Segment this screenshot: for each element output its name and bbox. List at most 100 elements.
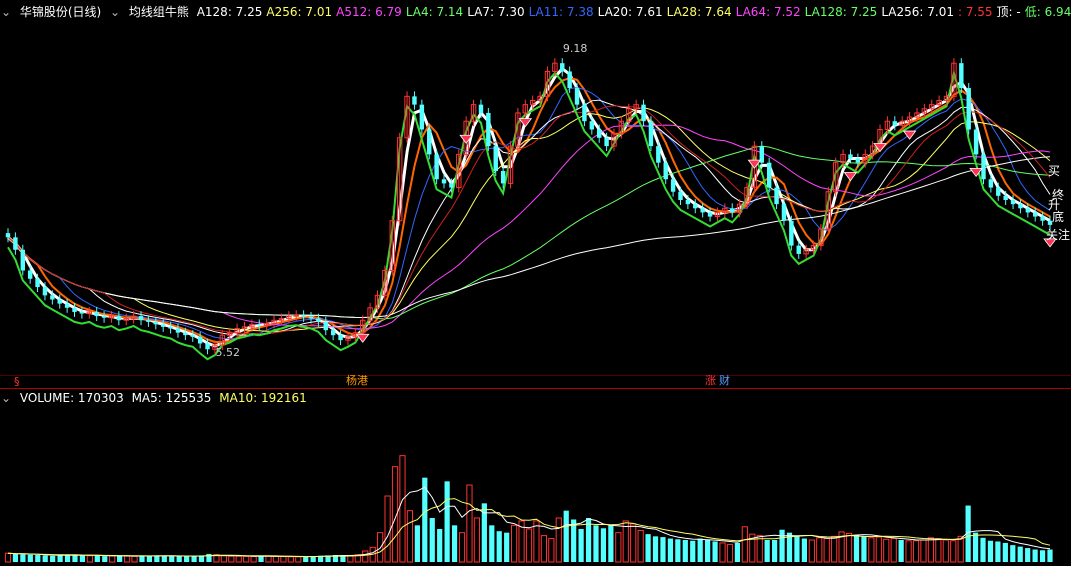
volume-bar <box>540 535 547 563</box>
volume-bar <box>912 540 920 563</box>
volume-bar <box>801 538 807 562</box>
volume-bar <box>496 531 502 562</box>
chevron-down-icon[interactable]: ⌄ <box>109 0 121 24</box>
volume-bar <box>712 541 718 562</box>
volume-bar <box>303 556 309 562</box>
legend-item: LA64: 7.52 <box>735 5 801 19</box>
volume-bar <box>72 555 78 562</box>
volume-bar <box>1010 545 1016 562</box>
candle-body <box>789 220 794 246</box>
volume-bar <box>927 537 935 563</box>
volume-bar <box>875 536 882 563</box>
volume-bar <box>1017 546 1023 562</box>
volume-bar <box>347 555 354 563</box>
candle-body <box>441 179 447 184</box>
candle-body <box>582 104 587 122</box>
volume-bar <box>42 555 48 562</box>
event-marker[interactable]: 杨港 <box>346 374 368 388</box>
candle-body <box>996 187 1001 196</box>
volume-bar <box>220 555 227 563</box>
volume-bar <box>652 536 659 562</box>
volume-ma5-line <box>7 486 1051 558</box>
candle-body <box>42 287 48 296</box>
volume-bar <box>451 525 458 562</box>
volume-bar <box>258 556 264 562</box>
volume-bar <box>980 537 986 562</box>
volume-bar <box>27 554 33 562</box>
volume-bar <box>473 517 481 563</box>
main-chart[interactable]: 9.18 5.52 <box>0 0 1071 566</box>
candle-body <box>1040 216 1045 221</box>
legend-item: LA7: 7.30 <box>467 5 525 19</box>
candle-body <box>855 158 861 163</box>
volume-bar <box>845 532 853 563</box>
legend-item: A512: 6.79 <box>336 5 402 19</box>
event-marker[interactable]: 财 <box>719 374 730 388</box>
volume-ma-lines <box>7 486 1051 558</box>
candle-body <box>449 183 454 188</box>
volume-bar <box>741 526 748 563</box>
chevron-down-icon[interactable]: ⌄ <box>0 389 12 407</box>
candle-body <box>153 321 159 325</box>
candle-body <box>116 316 122 321</box>
volume-bar <box>957 535 964 563</box>
event-marker[interactable]: 涨 <box>705 374 716 388</box>
volume-bar <box>94 555 100 562</box>
legend-item: : 7.55 <box>957 5 993 19</box>
candle-body <box>13 237 18 250</box>
volume-bar <box>12 553 19 562</box>
volume-bar <box>868 537 875 563</box>
volume-bar <box>831 535 838 563</box>
candle-body <box>57 299 62 304</box>
volume-bar <box>50 555 56 562</box>
legend-item: LA4: 7.14 <box>405 5 464 19</box>
volume-bar <box>630 523 637 563</box>
volume-bar <box>905 540 912 563</box>
candle-body <box>35 278 40 288</box>
volume-bar <box>533 520 540 563</box>
volume-bar <box>1047 549 1053 562</box>
volume-bar <box>942 539 949 563</box>
chevron-down-icon[interactable]: ⌄ <box>0 0 12 24</box>
volume-bar <box>794 536 800 562</box>
volume-bar <box>987 540 994 562</box>
volume-bar <box>675 539 681 562</box>
legend-item: A256: 7.01 <box>266 5 333 19</box>
candle-body <box>434 154 439 180</box>
volume-bar <box>1025 548 1031 562</box>
right-label: 关注 <box>1046 228 1071 242</box>
volume-bar <box>995 541 1001 562</box>
candle-body <box>685 200 691 205</box>
legend-item: LA28: 7.64 <box>666 5 732 19</box>
candle-body <box>663 162 668 180</box>
indicator-legend: ⌄ 华锦股份(日线) ⌄ 均线组牛熊 A128: 7.25 A256: 7.01 A… <box>0 0 1071 24</box>
volume-bars <box>4 455 1053 563</box>
volume-ma10: MA10: 192161 <box>219 391 307 405</box>
volume-bar <box>414 525 420 562</box>
candle-body <box>338 335 343 341</box>
volume-bar <box>109 555 116 563</box>
volume-bar <box>637 529 644 563</box>
candle-body <box>20 249 25 271</box>
volume-bar <box>823 538 830 563</box>
volume-bar <box>608 525 614 562</box>
volume-bar <box>384 495 391 563</box>
volume-bar <box>1002 542 1008 562</box>
candle-body <box>574 88 580 105</box>
volume-bar <box>816 537 823 563</box>
candle-body <box>848 154 853 159</box>
moving-average-lines <box>7 66 1051 361</box>
volume-bar <box>57 555 63 562</box>
volume-bar <box>764 540 770 562</box>
candle-body <box>707 212 713 217</box>
legend-item: 顶: - <box>996 5 1021 19</box>
volume-bar <box>458 532 466 563</box>
volume-bar <box>287 556 294 563</box>
candle-body <box>293 314 299 317</box>
ma-line-la7 <box>7 77 1051 343</box>
candle-body <box>567 71 572 89</box>
candle-body <box>146 320 151 322</box>
volume-bar <box>131 555 138 563</box>
candle-body <box>596 129 602 138</box>
volume-bar <box>808 539 815 563</box>
